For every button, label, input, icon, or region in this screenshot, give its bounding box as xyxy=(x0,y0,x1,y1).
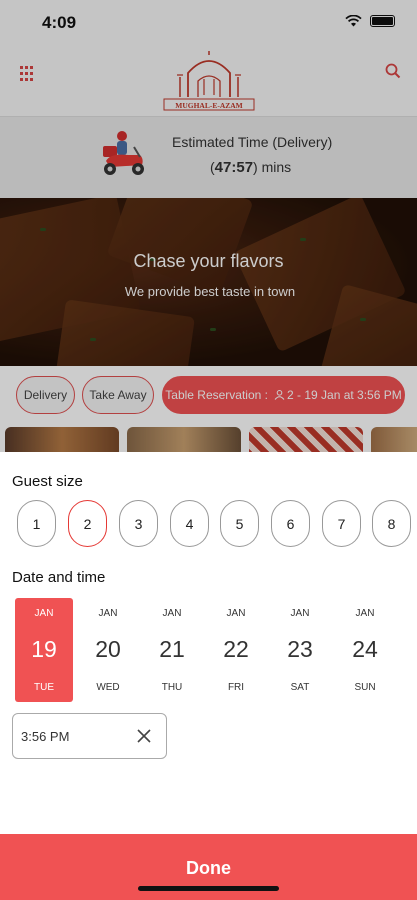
date-weekday: TUE xyxy=(34,682,54,693)
date-month: JAN xyxy=(34,608,54,619)
date-weekday: SAT xyxy=(290,682,310,693)
guest-option-1[interactable]: 1 xyxy=(17,500,56,547)
menu-thumbnails xyxy=(0,427,417,452)
table-reservation-chip[interactable]: Table Reservation : 2 - 19 Jan at 3:56 P… xyxy=(162,376,405,414)
date-option-22[interactable]: JAN 22 FRI xyxy=(207,598,265,702)
date-weekday: FRI xyxy=(227,682,245,693)
date-option-24[interactable]: JAN 24 SUN xyxy=(336,598,394,702)
hero-subtitle: We provide best taste in town xyxy=(124,284,296,299)
time-picker-field[interactable]: 3:56 PM xyxy=(12,713,167,759)
date-day: 21 xyxy=(159,636,185,662)
date-weekday: SUN xyxy=(354,682,376,693)
date-day: 23 xyxy=(287,636,313,662)
date-day: 20 xyxy=(95,636,121,662)
hero-banner[interactable]: Chase your flavors We provide best taste… xyxy=(0,198,417,366)
date-month: JAN xyxy=(98,608,118,619)
wifi-icon xyxy=(345,15,362,27)
logo-text: MUGHAL-E-AZAM xyxy=(175,101,243,110)
delivery-chip[interactable]: Delivery xyxy=(16,376,75,414)
date-month: JAN xyxy=(290,608,310,619)
menu-thumbnail[interactable] xyxy=(5,427,119,452)
search-icon[interactable] xyxy=(385,63,401,79)
status-icons xyxy=(345,15,395,27)
date-option-21[interactable]: JAN 21 THU xyxy=(143,598,201,702)
date-month: JAN xyxy=(162,608,182,619)
guest-option-7[interactable]: 7 xyxy=(322,500,361,547)
guest-option-6[interactable]: 6 xyxy=(271,500,310,547)
date-option-19[interactable]: JAN 19 TUE xyxy=(15,598,73,702)
time-value: 3:56 PM xyxy=(21,729,70,744)
date-time-title: Date and time xyxy=(12,569,106,586)
date-month: JAN xyxy=(355,608,375,619)
date-day: 19 xyxy=(31,636,57,662)
menu-grid-icon[interactable] xyxy=(20,66,36,82)
menu-thumbnail[interactable] xyxy=(249,427,363,452)
takeaway-chip[interactable]: Take Away xyxy=(82,376,154,414)
hero-title: Chase your flavors xyxy=(133,251,284,271)
date-month: JAN xyxy=(226,608,246,619)
date-option-20[interactable]: JAN 20 WED xyxy=(79,598,137,702)
guest-option-4[interactable]: 4 xyxy=(170,500,209,547)
date-weekday: THU xyxy=(161,682,183,693)
reservation-label: Table Reservation : xyxy=(165,388,268,402)
guest-option-3[interactable]: 3 xyxy=(119,500,158,547)
guest-option-5[interactable]: 5 xyxy=(220,500,259,547)
date-option-23[interactable]: JAN 23 SAT xyxy=(271,598,329,702)
date-day: 24 xyxy=(352,636,378,662)
order-type-selector: Delivery Take Away Table Reservation : 2… xyxy=(0,376,417,418)
menu-thumbnail[interactable] xyxy=(127,427,241,452)
delivery-eta-banner: Estimated Time (Delivery) (47:57) mins xyxy=(0,116,417,198)
clear-time-icon[interactable] xyxy=(136,728,152,744)
guests-icon xyxy=(274,390,285,400)
date-day: 22 xyxy=(223,636,249,662)
date-weekday: WED xyxy=(96,682,120,693)
eta-label: Estimated Time (Delivery) xyxy=(172,134,333,150)
status-bar: 4:09 xyxy=(0,0,417,46)
status-time: 4:09 xyxy=(42,13,77,32)
battery-icon xyxy=(370,15,395,27)
menu-thumbnail[interactable] xyxy=(371,427,417,452)
app-header: MUGHAL-E-AZAM xyxy=(0,46,417,116)
eta-time: 47:57 xyxy=(214,159,254,176)
guest-size-title: Guest size xyxy=(12,473,83,490)
eta-value: (47:57) mins xyxy=(210,159,292,176)
delivery-scooter-icon xyxy=(103,131,144,175)
restaurant-logo: MUGHAL-E-AZAM xyxy=(163,51,255,111)
guest-option-8[interactable]: 8 xyxy=(372,500,411,547)
reservation-detail: 2 - 19 Jan at 3:56 PM xyxy=(287,388,402,402)
home-indicator xyxy=(138,886,279,891)
guest-option-2[interactable]: 2 xyxy=(68,500,107,547)
